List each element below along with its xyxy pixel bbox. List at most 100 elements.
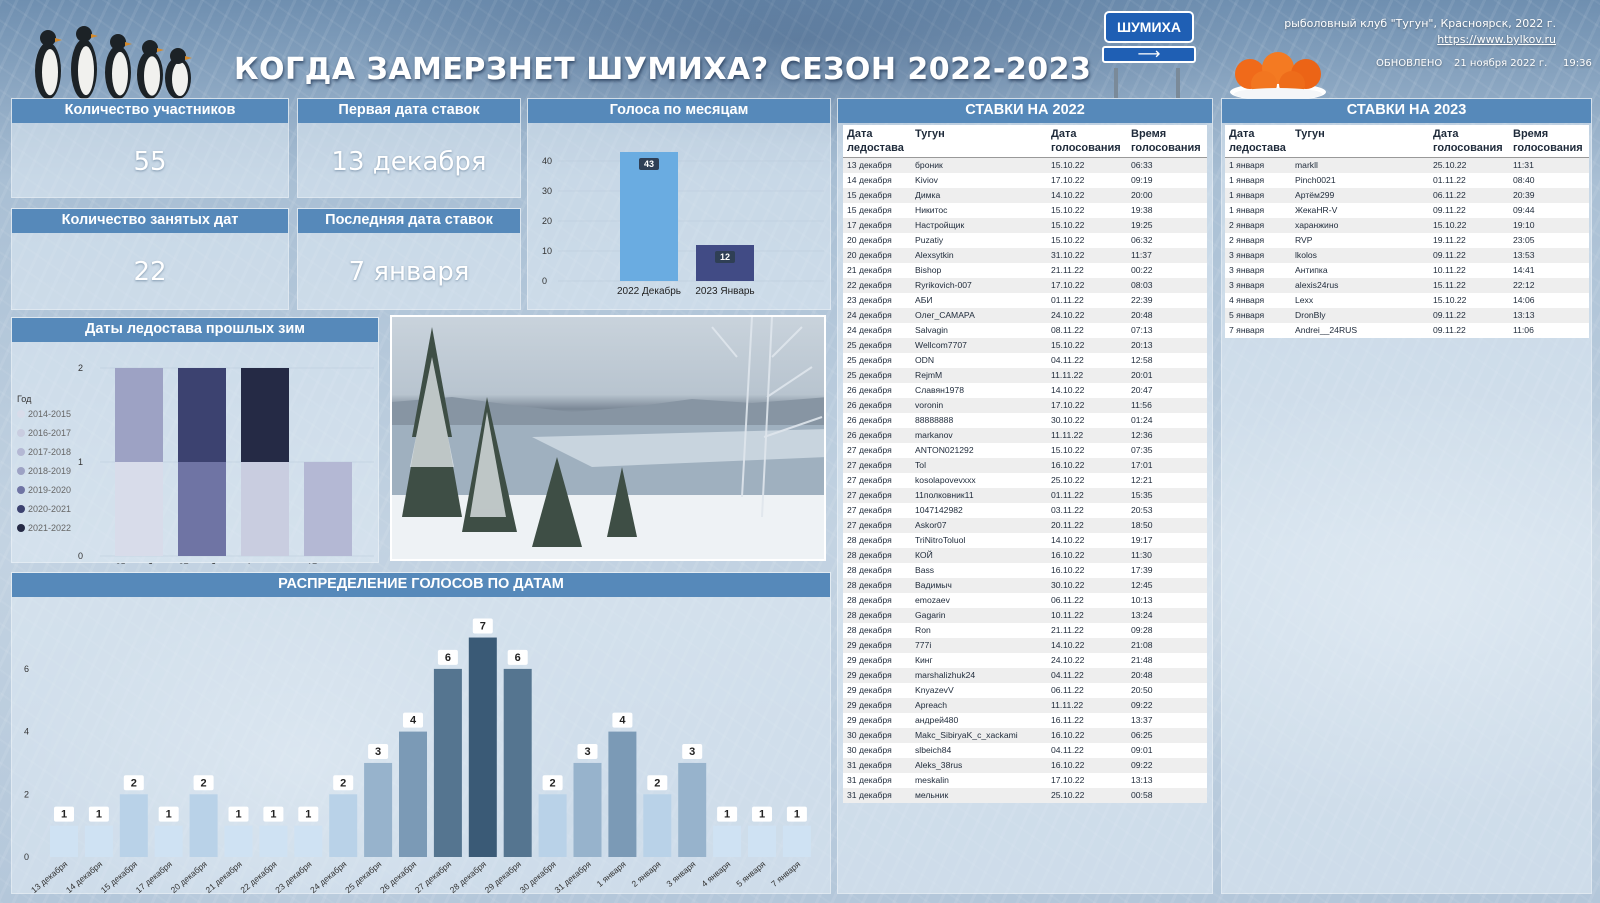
table-row: 17 декабря Настройщик 15.10.22 19:25 — [843, 217, 1207, 233]
penguin-beak — [125, 42, 132, 46]
stacked-bar-segment — [241, 368, 289, 462]
table-cell: RejmM — [911, 367, 1047, 383]
table-cell: 28 декабря — [847, 625, 892, 635]
table-cell: 20:50 — [1131, 685, 1153, 695]
table-cell: ODN — [915, 355, 935, 365]
data-label: 2 — [340, 777, 346, 789]
table-row: 28 декабря Bass 16.10.22 17:39 — [843, 563, 1207, 578]
y-tick-label: 2 — [24, 789, 29, 799]
table-cell: 28 декабря — [847, 565, 892, 575]
table-cell: RVP — [1295, 235, 1313, 245]
column-header[interactable]: Дата голосования — [1429, 125, 1509, 158]
table-cell: markanov — [911, 427, 1047, 443]
table-cell: Salvagin — [915, 325, 948, 335]
table-cell: 25 декабря — [847, 355, 892, 365]
table-row: 26 декабря voronin 17.10.22 11:56 — [843, 397, 1207, 413]
x-tick-label: 24 декабря — [308, 859, 349, 895]
column-header[interactable]: Дата ледостава — [1225, 125, 1291, 158]
table-cell: 29 декабря — [847, 715, 892, 725]
table-cell: 27 декабря — [847, 505, 892, 515]
penguin-head — [110, 34, 126, 50]
column-header[interactable]: Дата голосования — [1047, 125, 1127, 158]
table-cell: 2 января — [1229, 235, 1265, 245]
bets-2022-panel: СТАВКИ НА 2022 Дата ледостава Тугун Дата г… — [837, 98, 1213, 894]
table-cell: 09.11.22 — [1433, 325, 1466, 335]
bar — [503, 668, 532, 857]
bar — [399, 731, 427, 857]
penguin-beak — [157, 48, 164, 52]
table-row: 23 декабря АБИ 01.11.22 22:39 — [843, 293, 1207, 308]
table-cell: 30.10.22 — [1047, 577, 1127, 593]
table-row: 1 января markll 25.10.22 11:31 — [1225, 157, 1589, 173]
column-header[interactable]: Тугун — [1291, 125, 1429, 158]
table-cell: 17:39 — [1131, 565, 1153, 575]
bets-2023-table: Дата ледостава Тугун Дата голосования Время… — [1225, 125, 1589, 338]
table-cell: 24.10.22 — [1047, 307, 1127, 323]
table-row: 15 декабря Димка 14.10.22 20:00 — [843, 187, 1207, 203]
table-cell: 14.10.22 — [1051, 385, 1085, 395]
table-cell: ЖекаHR-V — [1295, 205, 1338, 215]
bar — [468, 637, 497, 857]
table-cell: 13:24 — [1127, 607, 1207, 623]
legend-marker — [17, 429, 25, 437]
bets-2022-table: Дата ледостава Тугун Дата голосования Время… — [843, 125, 1207, 803]
table-cell: 11:31 — [1509, 157, 1589, 173]
bar — [608, 731, 637, 857]
table-cell: 1 января — [1229, 205, 1265, 215]
table-cell: Настройщик — [911, 217, 1047, 233]
column-header[interactable]: Время голосования — [1127, 125, 1207, 158]
table-cell: 20:48 — [1127, 307, 1207, 323]
table-cell: Kiviov — [915, 175, 938, 185]
column-header[interactable]: Время голосования — [1509, 125, 1589, 158]
table-cell: 19:25 — [1127, 217, 1207, 233]
stacked-bar-segment — [178, 368, 226, 462]
y-tick-label: 2 — [78, 363, 83, 373]
data-label: 2 — [550, 777, 556, 789]
table-row: 28 декабря Вадимыч 30.10.22 12:45 — [843, 577, 1207, 593]
table-row: 15 декабря Никитос 15.10.22 19:38 — [843, 203, 1207, 218]
penguin-belly — [78, 46, 94, 96]
x-tick-label: 28 декабря — [448, 859, 489, 895]
column-header[interactable]: Тугун — [911, 125, 1047, 158]
data-label: 1 — [305, 809, 311, 821]
data-label: 1 — [235, 809, 241, 821]
club-website-link[interactable]: https://www.bylkov.ru — [1437, 33, 1556, 46]
table-cell: 20:01 — [1127, 367, 1207, 383]
x-tick-label: 13 декабря — [29, 859, 70, 895]
table-cell: 17.10.22 — [1051, 175, 1085, 185]
bar — [50, 825, 78, 857]
bar — [433, 668, 462, 857]
data-label: 6 — [445, 652, 451, 664]
table-cell: 14.10.22 — [1047, 637, 1127, 653]
column-header[interactable]: Дата ледостава — [843, 125, 911, 158]
table-cell: 12:58 — [1131, 355, 1153, 365]
legend-item: 2018-2019 — [28, 466, 71, 476]
table-cell: Askor07 — [911, 517, 1047, 533]
stacked-bar-segment — [115, 462, 163, 556]
table-cell: 25.10.22 — [1429, 157, 1509, 173]
table-cell: 20.11.22 — [1047, 517, 1127, 533]
penguin-head — [170, 48, 186, 64]
kpi-title: Количество занятых дат — [12, 209, 288, 233]
penguin-belly — [112, 51, 128, 96]
bar — [294, 825, 323, 857]
past-winters-chart: 0 1 2 Год 2014-2015 2016-2017 2017-2018 2018-20… — [17, 363, 374, 572]
table-row: 30 декабря slbeich84 04.11.22 09:01 — [843, 743, 1207, 758]
data-label: 1 — [794, 809, 800, 821]
penguins-image — [35, 26, 192, 100]
table-cell: Ron — [915, 625, 931, 635]
table-row: 27 декабря kosolapovevxxx 25.10.22 12:21 — [843, 473, 1207, 488]
data-label: 43 — [644, 159, 654, 169]
table-cell: 28 декабря — [843, 607, 911, 623]
table-cell: 26 декабря — [843, 397, 911, 413]
kpi-value: 55 — [133, 147, 167, 177]
table-cell: 15.10.22 — [1429, 217, 1509, 233]
table-title: СТАВКИ НА 2022 — [838, 99, 1212, 123]
bar — [643, 794, 672, 857]
y-tick-label: 0 — [542, 276, 547, 286]
stacked-bar-segment — [178, 462, 226, 556]
table-row: 7 января Andrei__24RUS 09.11.22 11:06 — [1225, 323, 1589, 338]
table-cell: 09:22 — [1127, 697, 1207, 713]
table-cell: TriNitroToluol — [915, 535, 966, 545]
table-cell: 20:13 — [1127, 337, 1207, 353]
